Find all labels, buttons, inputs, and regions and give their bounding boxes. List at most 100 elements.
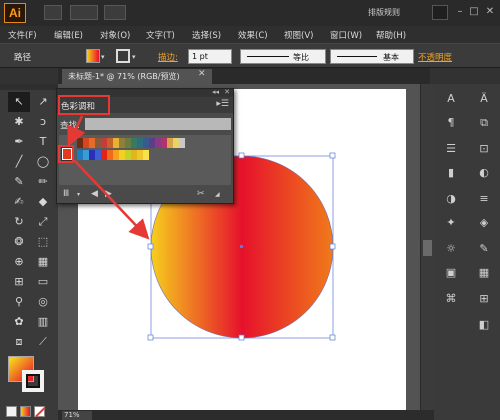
symbols-icon[interactable]: ☼ [441,240,461,258]
handle-top[interactable] [238,152,245,159]
variable-width-profile-select[interactable]: 等比 [240,49,326,64]
mesh-tool-icon[interactable]: ⊞ [8,272,30,292]
layers-icon[interactable]: ◈ [474,214,494,232]
gpu-performance-button[interactable] [104,5,126,20]
maximize-icon[interactable]: □ [466,3,482,21]
workspace-switcher[interactable]: 排版规则 [368,7,400,18]
previous-icon[interactable]: ◀ [91,189,98,199]
stroke-color-swatch[interactable] [116,49,130,63]
harmony-search-field[interactable] [85,118,231,130]
column-graph-tool-icon[interactable]: ▥ [32,312,54,332]
vertical-scrollbar[interactable] [420,84,434,410]
brushes-icon[interactable]: ✎ [474,240,494,258]
gradient-tool-icon[interactable]: ▭ [32,272,54,292]
blend-tool-icon[interactable]: ◎ [32,292,54,312]
paintbrush-tool-icon[interactable]: ✎ [8,172,30,192]
fill-dropdown-icon[interactable]: ▾ [101,53,105,68]
handle-top-right[interactable] [329,152,336,159]
menu-edit[interactable]: 编辑(E) [46,26,92,43]
artboard-tool-icon[interactable]: ⧈ [8,332,30,352]
scrollbar-thumb[interactable] [423,240,432,256]
gradient-mode-button[interactable] [20,406,31,417]
links-icon[interactable]: ⌘ [441,290,461,308]
menu-window[interactable]: 窗口(W) [322,26,368,43]
harmony-swatch[interactable] [179,138,185,148]
none-mode-button[interactable] [34,406,46,418]
transform-icon[interactable]: ⧉ [474,114,494,132]
menu-file[interactable]: 文件(F) [0,26,46,43]
warp-tool-icon[interactable]: ❂ [8,232,30,252]
handle-left[interactable] [147,243,154,250]
shape-builder-tool-icon[interactable]: ⊕ [8,252,30,272]
blob-brush-tool-icon[interactable]: ✍ [8,192,30,212]
paragraph-icon[interactable]: ¶ [441,114,461,132]
appearance-icon[interactable]: ◑ [441,190,461,208]
pathfinder-icon[interactable]: ⊡ [474,140,494,158]
library-dropdown-icon[interactable]: ▾ [77,191,80,198]
pencil-tool-icon[interactable]: ✏ [32,172,54,192]
artboards-icon[interactable]: ⊞ [474,290,494,308]
brush-definition-select[interactable]: 基本 [330,49,414,64]
eyedropper-tool-icon[interactable]: ⚲ [8,292,30,312]
graphic-styles-icon[interactable]: ✦ [441,214,461,232]
scale-tool-icon[interactable]: ⤢ [32,212,54,232]
pen-tool-icon[interactable]: ✒ [8,132,30,152]
help-search-field[interactable] [432,5,448,20]
eraser-tool-icon[interactable]: ◆ [32,192,54,212]
menu-select[interactable]: 选择(S) [184,26,230,43]
handle-bottom[interactable] [238,334,245,341]
slice-tool-icon[interactable]: ⟋ [32,332,54,352]
stroke-weight-label[interactable]: 描边: [158,51,178,66]
menu-effect[interactable]: 效果(C) [230,26,276,43]
handle-bottom-left[interactable] [147,334,154,341]
color-icon[interactable]: ◧ [474,316,494,334]
handle-bottom-right[interactable] [329,334,336,341]
line-tool-icon[interactable]: ╱ [8,152,30,172]
bridge-button[interactable] [44,5,62,20]
transparency-icon[interactable]: ◐ [474,164,494,182]
tools-panel-grip[interactable] [0,84,58,90]
menu-object[interactable]: 对象(O) [92,26,138,43]
arrange-documents-button[interactable] [70,5,98,20]
swatches-icon[interactable]: ▦ [474,264,494,282]
rotate-tool-icon[interactable]: ↻ [8,212,30,232]
collapse-panel-icon[interactable]: ◂◂ [212,88,219,96]
align-icon[interactable]: ☰ [441,140,461,158]
stroke-weight-field[interactable]: 1 pt [188,49,232,64]
free-transform-tool-icon[interactable]: ⬚ [32,232,54,252]
lasso-tool-icon[interactable]: ↄ [32,112,54,132]
edit-colors-icon[interactable]: ✂ [197,189,205,199]
swatch-library-icon[interactable]: Ⅲ [63,189,69,199]
color-mode-button[interactable] [6,406,17,417]
character-icon[interactable]: A [441,90,461,108]
gradient-icon[interactable]: ▮ [441,164,461,182]
close-tab-icon[interactable]: ✕ [198,69,206,79]
magic-wand-tool-icon[interactable]: ✱ [8,112,30,132]
opacity-label[interactable]: 不透明度 [418,51,452,66]
perspective-grid-tool-icon[interactable]: ▦ [32,252,54,272]
opentype-icon[interactable]: Ä [474,90,494,108]
zoom-level-field[interactable]: 71% [62,411,92,420]
close-panel-icon[interactable]: ✕ [224,88,230,96]
harmony-swatch[interactable] [143,150,149,160]
close-icon[interactable]: ✕ [482,3,498,21]
stroke-dropdown-icon[interactable]: ▾ [132,53,136,68]
panel-menu-icon[interactable]: ▸☰ [216,99,229,109]
image-trace-icon[interactable]: ▣ [441,264,461,282]
menu-help[interactable]: 帮助(H) [368,26,414,43]
fill-color-swatch[interactable] [86,49,100,63]
document-tab[interactable]: 未标题-1* @ 71% (RGB/预览) [62,69,212,84]
menu-view[interactable]: 视图(V) [276,26,322,43]
next-icon[interactable]: ▶ [105,189,112,199]
selection-tool-icon[interactable]: ↖ [8,92,30,112]
ellipse-tool-icon[interactable]: ◯ [32,152,54,172]
symbol-sprayer-tool-icon[interactable]: ✿ [8,312,30,332]
stroke-icon[interactable]: ≡ [474,190,494,208]
direct-selection-tool-icon[interactable]: ↗ [32,92,54,112]
type-tool-icon[interactable]: T [32,132,54,152]
stroke-color-proxy[interactable] [22,370,44,392]
menu-type[interactable]: 文字(T) [138,26,184,43]
resize-icon[interactable]: ◢ [215,191,220,198]
none-slash-icon [35,406,46,418]
handle-right[interactable] [329,243,336,250]
